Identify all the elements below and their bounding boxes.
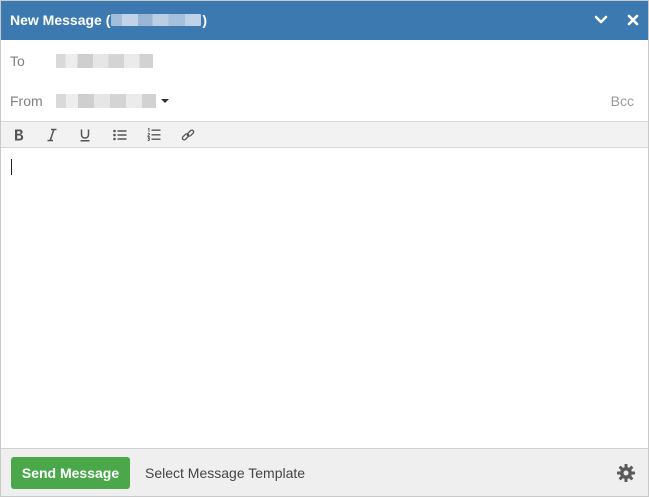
redacted-email xyxy=(111,14,202,26)
from-row: From Bcc xyxy=(1,81,648,121)
compose-header: New Message ( ) xyxy=(1,1,648,40)
bcc-link[interactable]: Bcc xyxy=(611,93,634,109)
window-title: New Message ( ) xyxy=(10,12,207,28)
link-icon xyxy=(181,128,195,141)
close-icon xyxy=(627,14,639,26)
compose-footer: Send Message Select Message Template xyxy=(1,448,648,496)
bullet-list-icon xyxy=(113,129,127,140)
message-body-editor[interactable] xyxy=(1,148,648,448)
select-template-link[interactable]: Select Message Template xyxy=(145,465,305,481)
formatting-toolbar xyxy=(1,121,648,148)
from-label: From xyxy=(10,93,43,109)
compose-window: New Message ( ) To From Bcc Send Message… xyxy=(0,0,649,497)
numbered-list-icon xyxy=(147,128,161,141)
chevron-down-icon xyxy=(594,15,608,24)
italic-button[interactable] xyxy=(37,122,67,147)
bold-button[interactable] xyxy=(4,122,34,147)
minimize-button[interactable] xyxy=(592,11,610,29)
link-button[interactable] xyxy=(173,122,203,147)
numbered-list-button[interactable] xyxy=(139,122,169,147)
title-prefix: New Message ( xyxy=(10,12,111,28)
underline-button[interactable] xyxy=(70,122,100,147)
italic-icon xyxy=(47,128,57,141)
from-select[interactable] xyxy=(56,94,156,108)
text-cursor xyxy=(11,159,12,175)
underline-icon xyxy=(80,129,90,142)
to-label: To xyxy=(10,53,25,69)
bullet-list-button[interactable] xyxy=(105,122,135,147)
bold-icon xyxy=(15,129,24,140)
to-row: To xyxy=(1,41,648,81)
to-recipient-field[interactable] xyxy=(56,54,153,68)
settings-button[interactable] xyxy=(616,463,636,483)
close-button[interactable] xyxy=(624,11,642,29)
send-message-button[interactable]: Send Message xyxy=(11,457,130,489)
caret-down-icon[interactable] xyxy=(161,99,169,103)
gear-icon xyxy=(617,464,635,482)
title-suffix: ) xyxy=(202,12,208,28)
